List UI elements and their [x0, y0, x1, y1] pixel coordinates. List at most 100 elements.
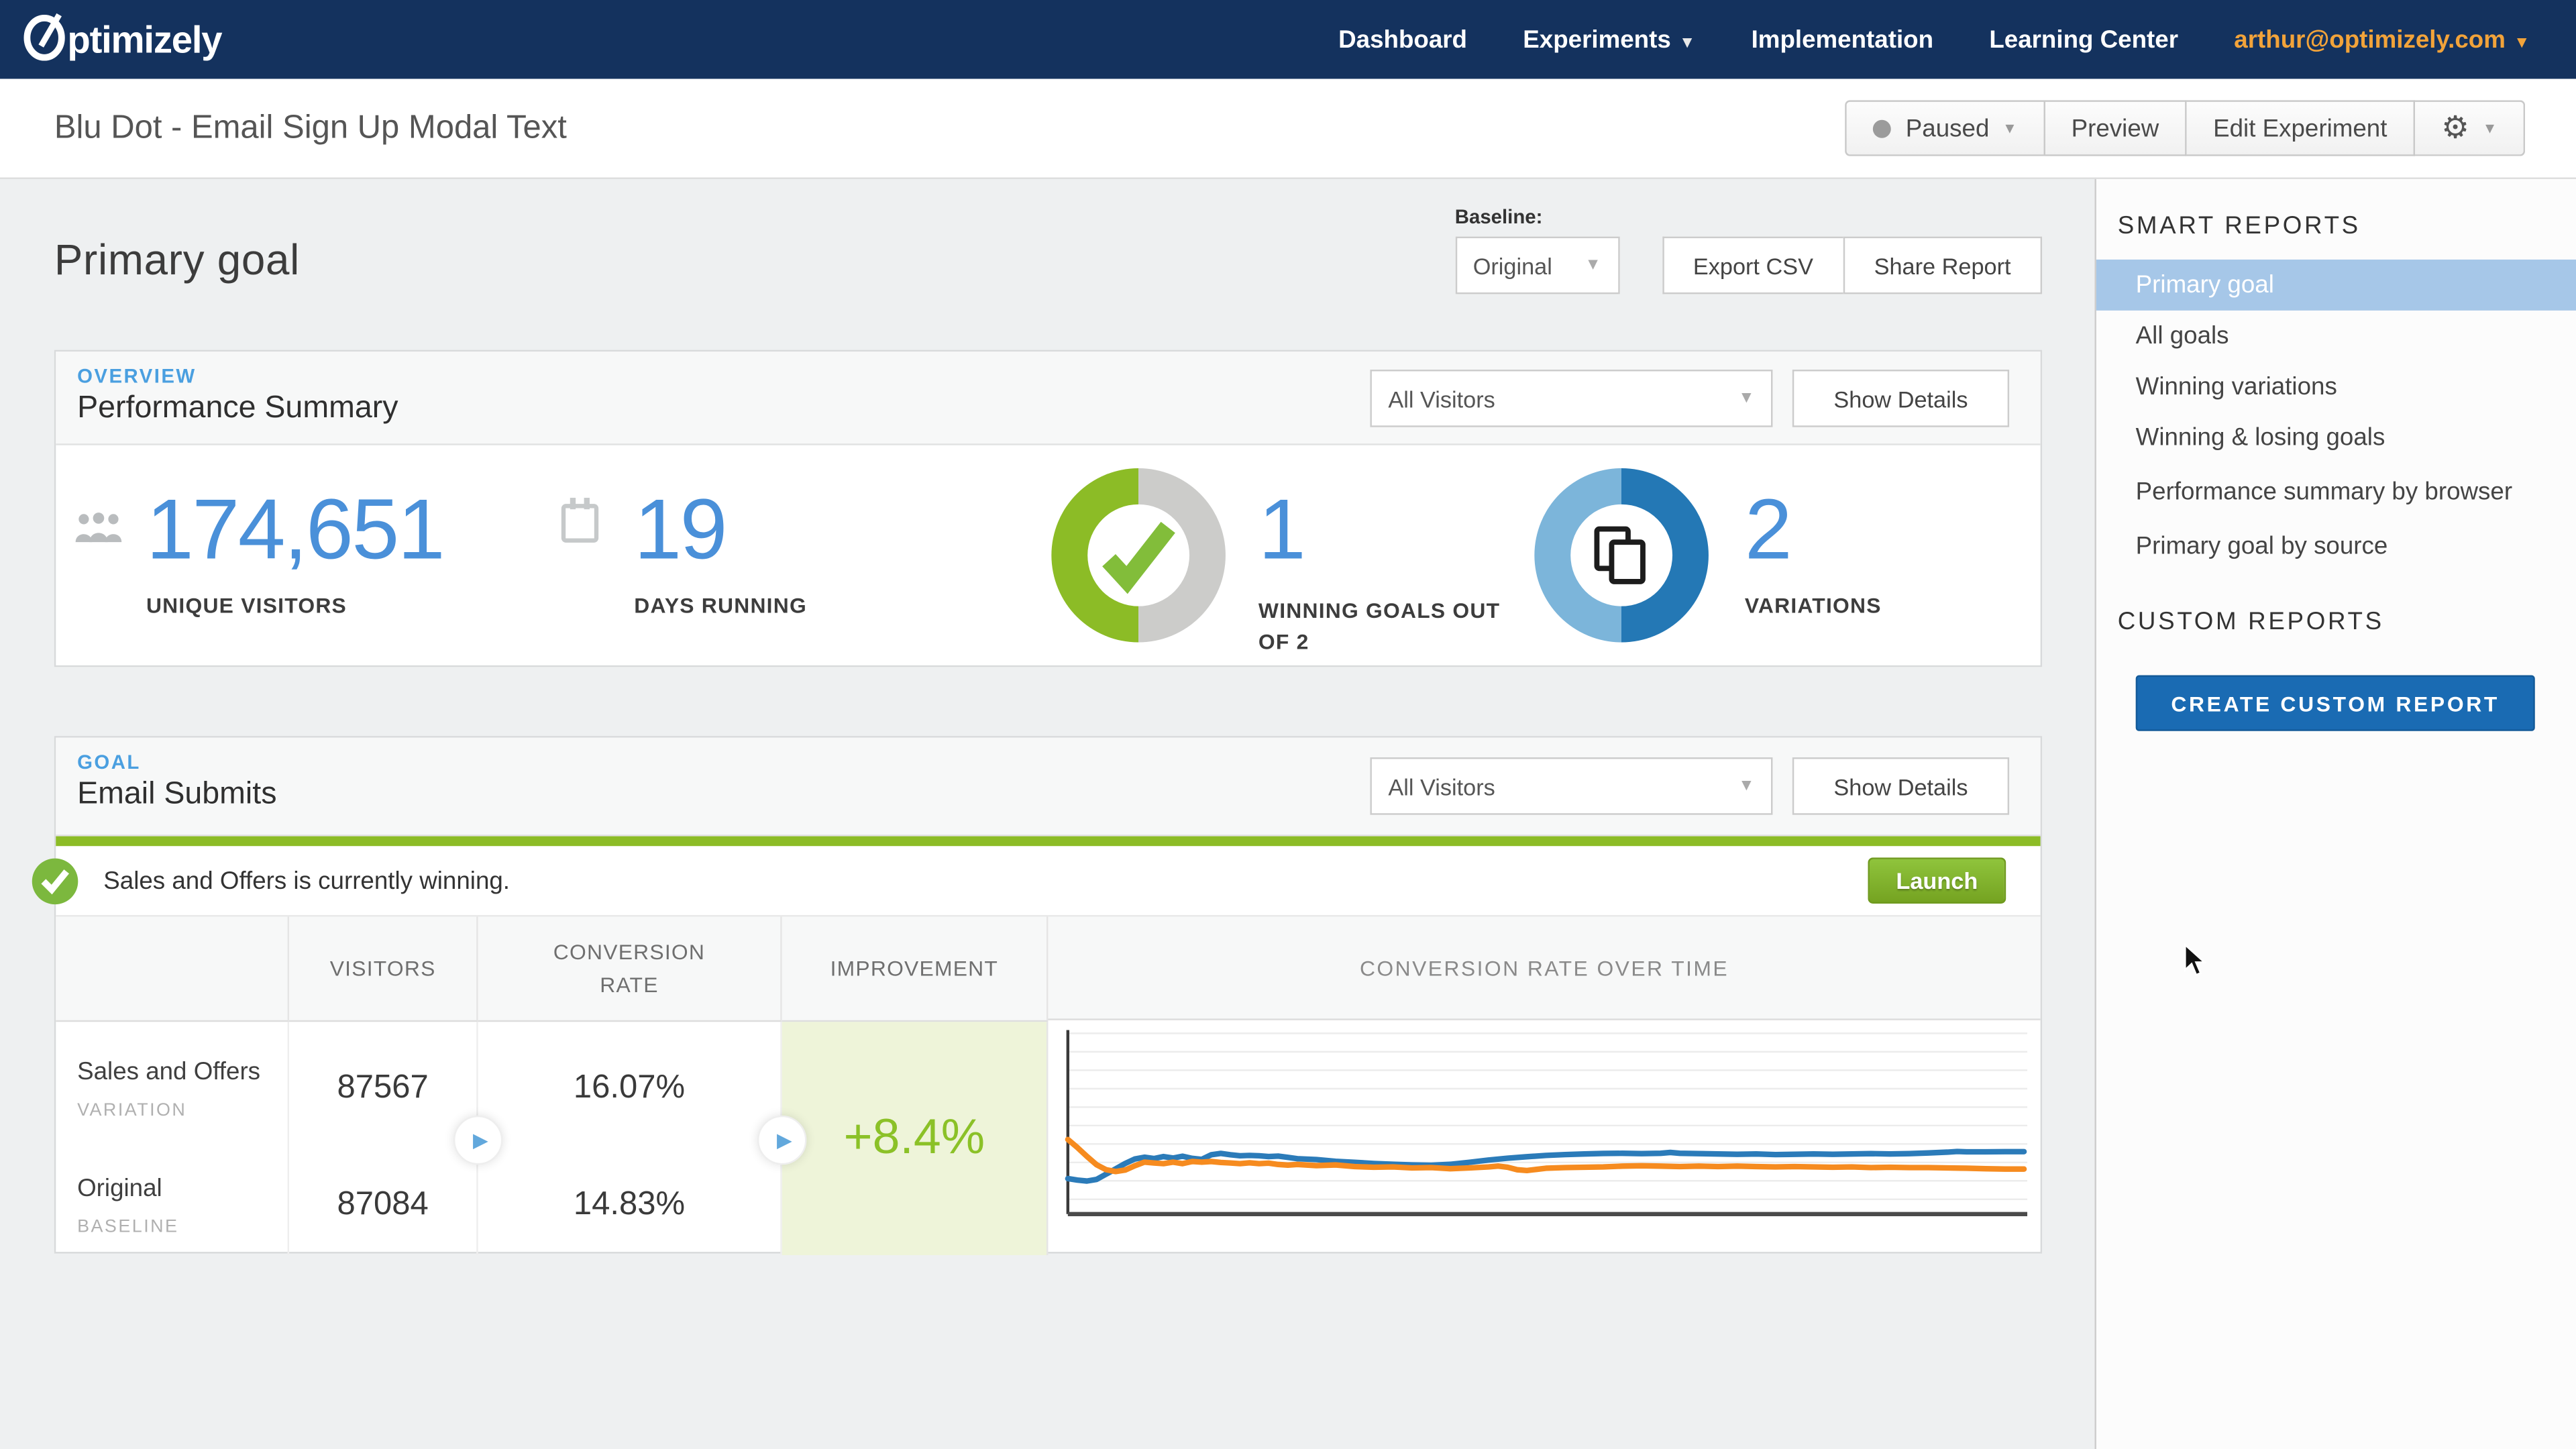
visitors-column-header: VISITORS [289, 916, 478, 1022]
baseline-control: Baseline: Original ▼ [1454, 205, 1619, 294]
goal-card-header: GOAL Email Submits All Visitors ▼ Show D… [56, 737, 2041, 837]
paused-status-dot-icon [1872, 119, 1891, 138]
winning-goals-donut [1051, 468, 1226, 643]
sidebar-item-performance-by-browser[interactable]: Performance summary by browser [2096, 464, 2576, 521]
baseline-tag: BASELINE [77, 1216, 179, 1237]
table-row-variation-name: Sales and Offers VARIATION [56, 1022, 290, 1155]
optimizely-logo[interactable]: ptimizely [21, 11, 223, 68]
improvement-column-header: IMPROVEMENT [782, 916, 1049, 1022]
unique-visitors-stat: 174,651 UNIQUE VISITORS [146, 483, 445, 618]
overview-card-header: OVERVIEW Performance Summary All Visitor… [56, 352, 2041, 445]
winning-goals-label: WINNING GOALS OUT OF 2 [1258, 598, 1501, 654]
winning-banner: Sales and Offers is currently winning. L… [32, 846, 2040, 915]
reports-sidebar: SMART REPORTS Primary goal All goals Win… [2094, 178, 2576, 1449]
baseline-visitors-value: 87084 [289, 1155, 478, 1256]
stats-row: 174,651 UNIQUE VISITORS 19 DAYS RUNNING [56, 445, 2040, 667]
goal-card: GOAL Email Submits All Visitors ▼ Show D… [32, 736, 2043, 1256]
variation-visitors-value: 87567 [289, 1022, 478, 1155]
unique-visitors-value: 174,651 [146, 483, 445, 579]
nav-links: Dashboard Experiments ▼ Implementation Le… [1338, 25, 2530, 54]
goal-header-controls: All Visitors ▼ Show Details [1370, 757, 2010, 815]
conversion-chart-panel: CONVERSION RATE OVER TIME [1048, 916, 2041, 1255]
create-custom-report-button[interactable]: CREATE CUSTOM REPORT [2135, 675, 2535, 731]
variations-value: 2 [1744, 483, 1792, 579]
days-running-stat: 19 DAYS RUNNING [634, 488, 807, 617]
baseline-select[interactable]: Original ▼ [1454, 236, 1619, 294]
table-row-baseline-name: Original BASELINE [56, 1155, 290, 1256]
play-icon: ▶ [777, 1128, 792, 1152]
play-icon: ▶ [473, 1128, 488, 1152]
conversion-chart-plot [1048, 1020, 2040, 1255]
winning-goals-value: 1 [1258, 483, 1306, 579]
winning-check-icon [32, 857, 79, 913]
chevron-down-icon: ▼ [1738, 777, 1755, 796]
show-details-button[interactable]: Show Details [1792, 370, 2010, 427]
experiment-title: Blu Dot - Email Sign Up Modal Text [54, 109, 567, 146]
check-icon [1051, 468, 1226, 643]
conversion-chart-svg [1065, 1030, 2028, 1216]
calendar-icon [560, 498, 600, 552]
variations-donut [1534, 468, 1709, 643]
variations-label: VARIATIONS [1744, 593, 1882, 618]
results-table: VISITORS CONVERSION RATE IMPROVEMENT Sal… [56, 915, 2041, 1256]
conversion-rate-column-header: CONVERSION RATE [478, 916, 782, 1022]
chevron-down-icon: ▼ [2482, 119, 2498, 137]
nav-implementation[interactable]: Implementation [1752, 25, 1933, 54]
days-running-value: 19 [634, 483, 727, 579]
edit-experiment-button[interactable]: Edit Experiment [2186, 100, 2416, 156]
days-running-label: DAYS RUNNING [634, 593, 807, 618]
main-report-area: Primary goal Baseline: Original ▼ Export… [0, 178, 2095, 1449]
baseline-label: Baseline: [1454, 205, 1543, 229]
nav-experiments[interactable]: Experiments ▼ [1523, 25, 1695, 54]
custom-reports-header: CUSTOM REPORTS [2117, 608, 2384, 636]
sidebar-item-all-goals[interactable]: All goals [2096, 311, 2576, 362]
winning-progress-bar [56, 836, 2041, 847]
export-csv-button[interactable]: Export CSV [1662, 236, 1843, 294]
page-head: Primary goal Baseline: Original ▼ Export… [54, 179, 2043, 350]
chevron-down-icon: ▼ [1679, 34, 1696, 52]
unique-visitors-label: UNIQUE VISITORS [146, 593, 347, 618]
app-window: ptimizely Dashboard Experiments ▼ Impleme… [0, 0, 2576, 1449]
account-menu[interactable]: arthur@optimizely.com ▼ [2234, 25, 2530, 54]
table-corner-header [56, 916, 290, 1022]
sidebar-item-winning-losing-goals[interactable]: Winning & losing goals [2096, 413, 2576, 464]
variation-conversion-value: 16.07% [478, 1022, 782, 1155]
people-icon [74, 511, 123, 552]
performance-summary-card: OVERVIEW Performance Summary All Visitor… [54, 350, 2043, 667]
winning-goals-stat: 1 WINNING GOALS OUT OF 2 [1258, 488, 1505, 658]
content-area: Primary goal Baseline: Original ▼ Export… [0, 178, 2576, 1449]
nav-learning-center[interactable]: Learning Center [1989, 25, 2178, 54]
winning-message: Sales and Offers is currently winning. [103, 866, 511, 895]
variations-stat: 2 VARIATIONS [1745, 488, 1882, 617]
sidebar-item-primary-goal[interactable]: Primary goal [2096, 259, 2576, 311]
top-navbar: ptimizely Dashboard Experiments ▼ Impleme… [0, 0, 2576, 79]
optimizely-logo-icon [21, 11, 68, 68]
baseline-conversion-value: 14.83% [478, 1155, 782, 1256]
goal-show-details-button[interactable]: Show Details [1792, 757, 2010, 815]
preview-button[interactable]: Preview [2045, 100, 2187, 156]
chevron-down-icon: ▼ [2002, 119, 2017, 137]
chevron-down-icon: ▼ [2514, 34, 2530, 52]
experiment-titlebar: Blu Dot - Email Sign Up Modal Text Pause… [0, 78, 2576, 179]
gear-icon: ⚙ [2441, 111, 2470, 146]
titlebar-actions: Paused ▼ Preview Edit Experiment ⚙ ▼ [1845, 100, 2526, 156]
share-report-button[interactable]: Share Report [1843, 236, 2043, 294]
smart-reports-header: SMART REPORTS [2117, 211, 2361, 240]
audience-segment-select[interactable]: All Visitors ▼ [1370, 370, 1773, 427]
chevron-down-icon: ▼ [1585, 256, 1601, 274]
launch-button[interactable]: Launch [1868, 857, 2006, 904]
nav-dashboard[interactable]: Dashboard [1338, 25, 1467, 54]
expand-conversion-button[interactable]: ▶ [757, 1115, 807, 1165]
sidebar-item-primary-goal-by-source[interactable]: Primary goal by source [2096, 521, 2576, 572]
chevron-down-icon: ▼ [1738, 389, 1755, 408]
page-title: Primary goal [54, 235, 301, 284]
goal-audience-segment-select[interactable]: All Visitors ▼ [1370, 757, 1773, 815]
variation-tag: VARIATION [77, 1099, 187, 1120]
chart-title: CONVERSION RATE OVER TIME [1048, 916, 2041, 1020]
sidebar-item-winning-variations[interactable]: Winning variations [2096, 362, 2576, 413]
settings-dropdown-button[interactable]: ⚙ ▼ [2415, 100, 2526, 156]
status-dropdown-button[interactable]: Paused ▼ [1845, 100, 2045, 156]
overview-header-controls: All Visitors ▼ Show Details [1370, 370, 2010, 427]
improvement-value: +8.4% [782, 1022, 1049, 1256]
expand-visitors-button[interactable]: ▶ [453, 1115, 503, 1165]
